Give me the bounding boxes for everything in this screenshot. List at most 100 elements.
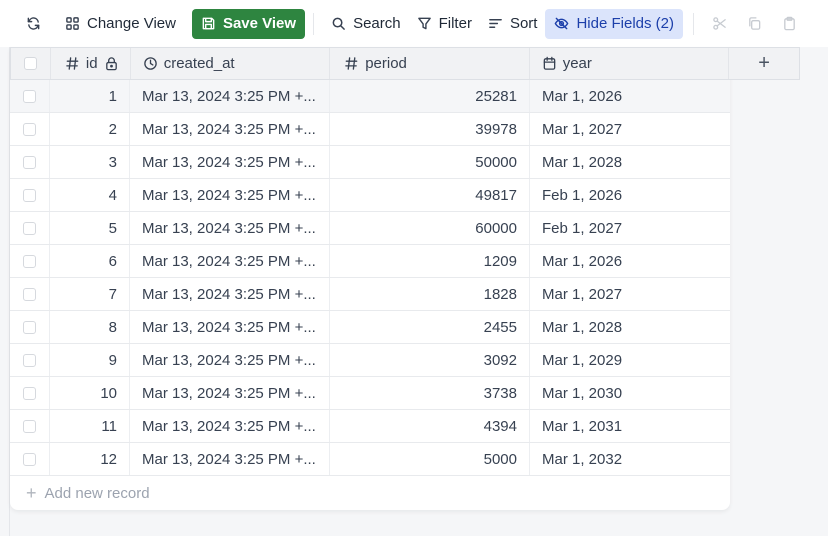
column-header-created-at[interactable]: created_at xyxy=(131,48,331,79)
add-column-button[interactable]: + xyxy=(729,48,799,79)
column-label: period xyxy=(365,55,407,72)
row-select-cell xyxy=(10,179,50,211)
table-row[interactable]: 6 Mar 13, 2024 3:25 PM +... 1209 Mar 1, 202… xyxy=(10,245,730,278)
add-record-button[interactable]: + Add new record xyxy=(10,476,730,510)
table-row[interactable]: 3 Mar 13, 2024 3:25 PM +... 50000 Mar 1, 20… xyxy=(10,146,730,179)
cell-year[interactable]: Mar 1, 2028 xyxy=(530,146,730,178)
select-all-checkbox[interactable] xyxy=(23,57,37,70)
cell-id[interactable]: 7 xyxy=(50,278,130,310)
grid-icon xyxy=(66,17,79,30)
cell-year[interactable]: Mar 1, 2031 xyxy=(530,410,730,442)
hide-fields-button[interactable]: Hide Fields (2) xyxy=(545,8,683,39)
refresh-button[interactable] xyxy=(20,9,47,39)
cell-year[interactable]: Mar 1, 2027 xyxy=(530,278,730,310)
row-checkbox[interactable] xyxy=(23,89,36,103)
save-view-button[interactable]: Save View xyxy=(191,8,306,39)
cell-created-at[interactable]: Mar 13, 2024 3:25 PM +... xyxy=(130,80,330,112)
cell-period[interactable]: 5000 xyxy=(330,443,530,475)
table-row[interactable]: 10 Mar 13, 2024 3:25 PM +... 3738 Mar 1, 20… xyxy=(10,377,730,410)
toolbar: Change View Save View Search Filter Sort… xyxy=(0,0,828,47)
cell-year[interactable]: Mar 1, 2027 xyxy=(530,113,730,145)
cell-year[interactable]: Mar 1, 2026 xyxy=(530,245,730,277)
row-select-cell xyxy=(10,245,50,277)
sort-button[interactable]: Sort xyxy=(480,9,546,39)
search-button[interactable]: Search xyxy=(323,9,409,39)
table-row[interactable]: 7 Mar 13, 2024 3:25 PM +... 1828 Mar 1, 202… xyxy=(10,278,730,311)
cell-year[interactable]: Mar 1, 2030 xyxy=(530,377,730,409)
column-header-period[interactable]: period xyxy=(330,48,530,79)
cell-id[interactable]: 11 xyxy=(50,410,130,442)
cell-id[interactable]: 2 xyxy=(50,113,130,145)
row-select-cell xyxy=(10,443,50,475)
cell-id[interactable]: 10 xyxy=(50,377,130,409)
cell-period[interactable]: 3738 xyxy=(330,377,530,409)
copy-button[interactable] xyxy=(737,9,772,39)
filter-button[interactable]: Filter xyxy=(409,9,480,39)
cell-id[interactable]: 1 xyxy=(50,80,130,112)
row-select-cell xyxy=(10,311,50,343)
cell-period[interactable]: 2455 xyxy=(330,311,530,343)
cell-created-at[interactable]: Mar 13, 2024 3:25 PM +... xyxy=(130,245,330,277)
row-checkbox[interactable] xyxy=(23,287,36,301)
table-row[interactable]: 8 Mar 13, 2024 3:25 PM +... 2455 Mar 1, 202… xyxy=(10,311,730,344)
cell-period[interactable]: 60000 xyxy=(330,212,530,244)
cut-button[interactable] xyxy=(702,9,737,39)
cell-year[interactable]: Mar 1, 2032 xyxy=(530,443,730,475)
cell-year[interactable]: Mar 1, 2026 xyxy=(530,80,730,112)
cell-period[interactable]: 1828 xyxy=(330,278,530,310)
cell-id[interactable]: 4 xyxy=(50,179,130,211)
row-checkbox[interactable] xyxy=(23,254,36,268)
cell-created-at[interactable]: Mar 13, 2024 3:25 PM +... xyxy=(130,212,330,244)
hash-icon xyxy=(345,57,358,70)
cell-created-at[interactable]: Mar 13, 2024 3:25 PM +... xyxy=(130,146,330,178)
cell-period[interactable]: 1209 xyxy=(330,245,530,277)
row-checkbox[interactable] xyxy=(23,221,36,235)
clipboard-icon xyxy=(784,16,795,31)
table-row[interactable]: 5 Mar 13, 2024 3:25 PM +... 60000 Feb 1, 20… xyxy=(10,212,730,245)
row-checkbox[interactable] xyxy=(23,353,36,367)
table-row[interactable]: 9 Mar 13, 2024 3:25 PM +... 3092 Mar 1, 202… xyxy=(10,344,730,377)
cell-id[interactable]: 8 xyxy=(50,311,130,343)
cell-year[interactable]: Mar 1, 2029 xyxy=(530,344,730,376)
cell-created-at[interactable]: Mar 13, 2024 3:25 PM +... xyxy=(130,377,330,409)
row-checkbox[interactable] xyxy=(23,122,36,136)
cell-period[interactable]: 49817 xyxy=(330,179,530,211)
row-checkbox[interactable] xyxy=(23,188,36,202)
cell-id[interactable]: 5 xyxy=(50,212,130,244)
cell-id[interactable]: 12 xyxy=(50,443,130,475)
cell-year[interactable]: Feb 1, 2027 xyxy=(530,212,730,244)
cell-period[interactable]: 25281 xyxy=(330,80,530,112)
paste-button[interactable] xyxy=(772,9,807,39)
cell-created-at[interactable]: Mar 13, 2024 3:25 PM +... xyxy=(130,278,330,310)
row-checkbox[interactable] xyxy=(23,155,36,169)
row-checkbox[interactable] xyxy=(23,419,36,433)
cell-id[interactable]: 3 xyxy=(50,146,130,178)
cell-created-at[interactable]: Mar 13, 2024 3:25 PM +... xyxy=(130,113,330,145)
cell-created-at[interactable]: Mar 13, 2024 3:25 PM +... xyxy=(130,410,330,442)
sort-label: Sort xyxy=(509,15,538,32)
cell-period[interactable]: 39978 xyxy=(330,113,530,145)
table-row[interactable]: 11 Mar 13, 2024 3:25 PM +... 4394 Mar 1, 20… xyxy=(10,410,730,443)
cell-id[interactable]: 6 xyxy=(50,245,130,277)
cell-period[interactable]: 4394 xyxy=(330,410,530,442)
cell-created-at[interactable]: Mar 13, 2024 3:25 PM +... xyxy=(130,179,330,211)
row-checkbox[interactable] xyxy=(23,452,36,466)
table-row[interactable]: 1 Mar 13, 2024 3:25 PM +... 25281 Mar 1, 20… xyxy=(10,80,730,113)
table-row[interactable]: 4 Mar 13, 2024 3:25 PM +... 49817 Feb 1, 20… xyxy=(10,179,730,212)
cell-period[interactable]: 50000 xyxy=(330,146,530,178)
cell-year[interactable]: Feb 1, 2026 xyxy=(530,179,730,211)
column-header-id[interactable]: id xyxy=(51,48,131,79)
cell-created-at[interactable]: Mar 13, 2024 3:25 PM +... xyxy=(130,443,330,475)
column-header-year[interactable]: year xyxy=(530,48,730,79)
row-checkbox[interactable] xyxy=(23,320,36,334)
cell-year[interactable]: Mar 1, 2028 xyxy=(530,311,730,343)
cell-created-at[interactable]: Mar 13, 2024 3:25 PM +... xyxy=(130,311,330,343)
cell-period[interactable]: 3092 xyxy=(330,344,530,376)
cell-id[interactable]: 9 xyxy=(50,344,130,376)
cell-created-at[interactable]: Mar 13, 2024 3:25 PM +... xyxy=(130,344,330,376)
row-checkbox[interactable] xyxy=(23,386,36,400)
change-view-label: Change View xyxy=(87,15,176,32)
table-row[interactable]: 12 Mar 13, 2024 3:25 PM +... 5000 Mar 1, 20… xyxy=(10,443,730,476)
change-view-button[interactable]: Change View xyxy=(57,9,184,39)
table-row[interactable]: 2 Mar 13, 2024 3:25 PM +... 39978 Mar 1, 20… xyxy=(10,113,730,146)
